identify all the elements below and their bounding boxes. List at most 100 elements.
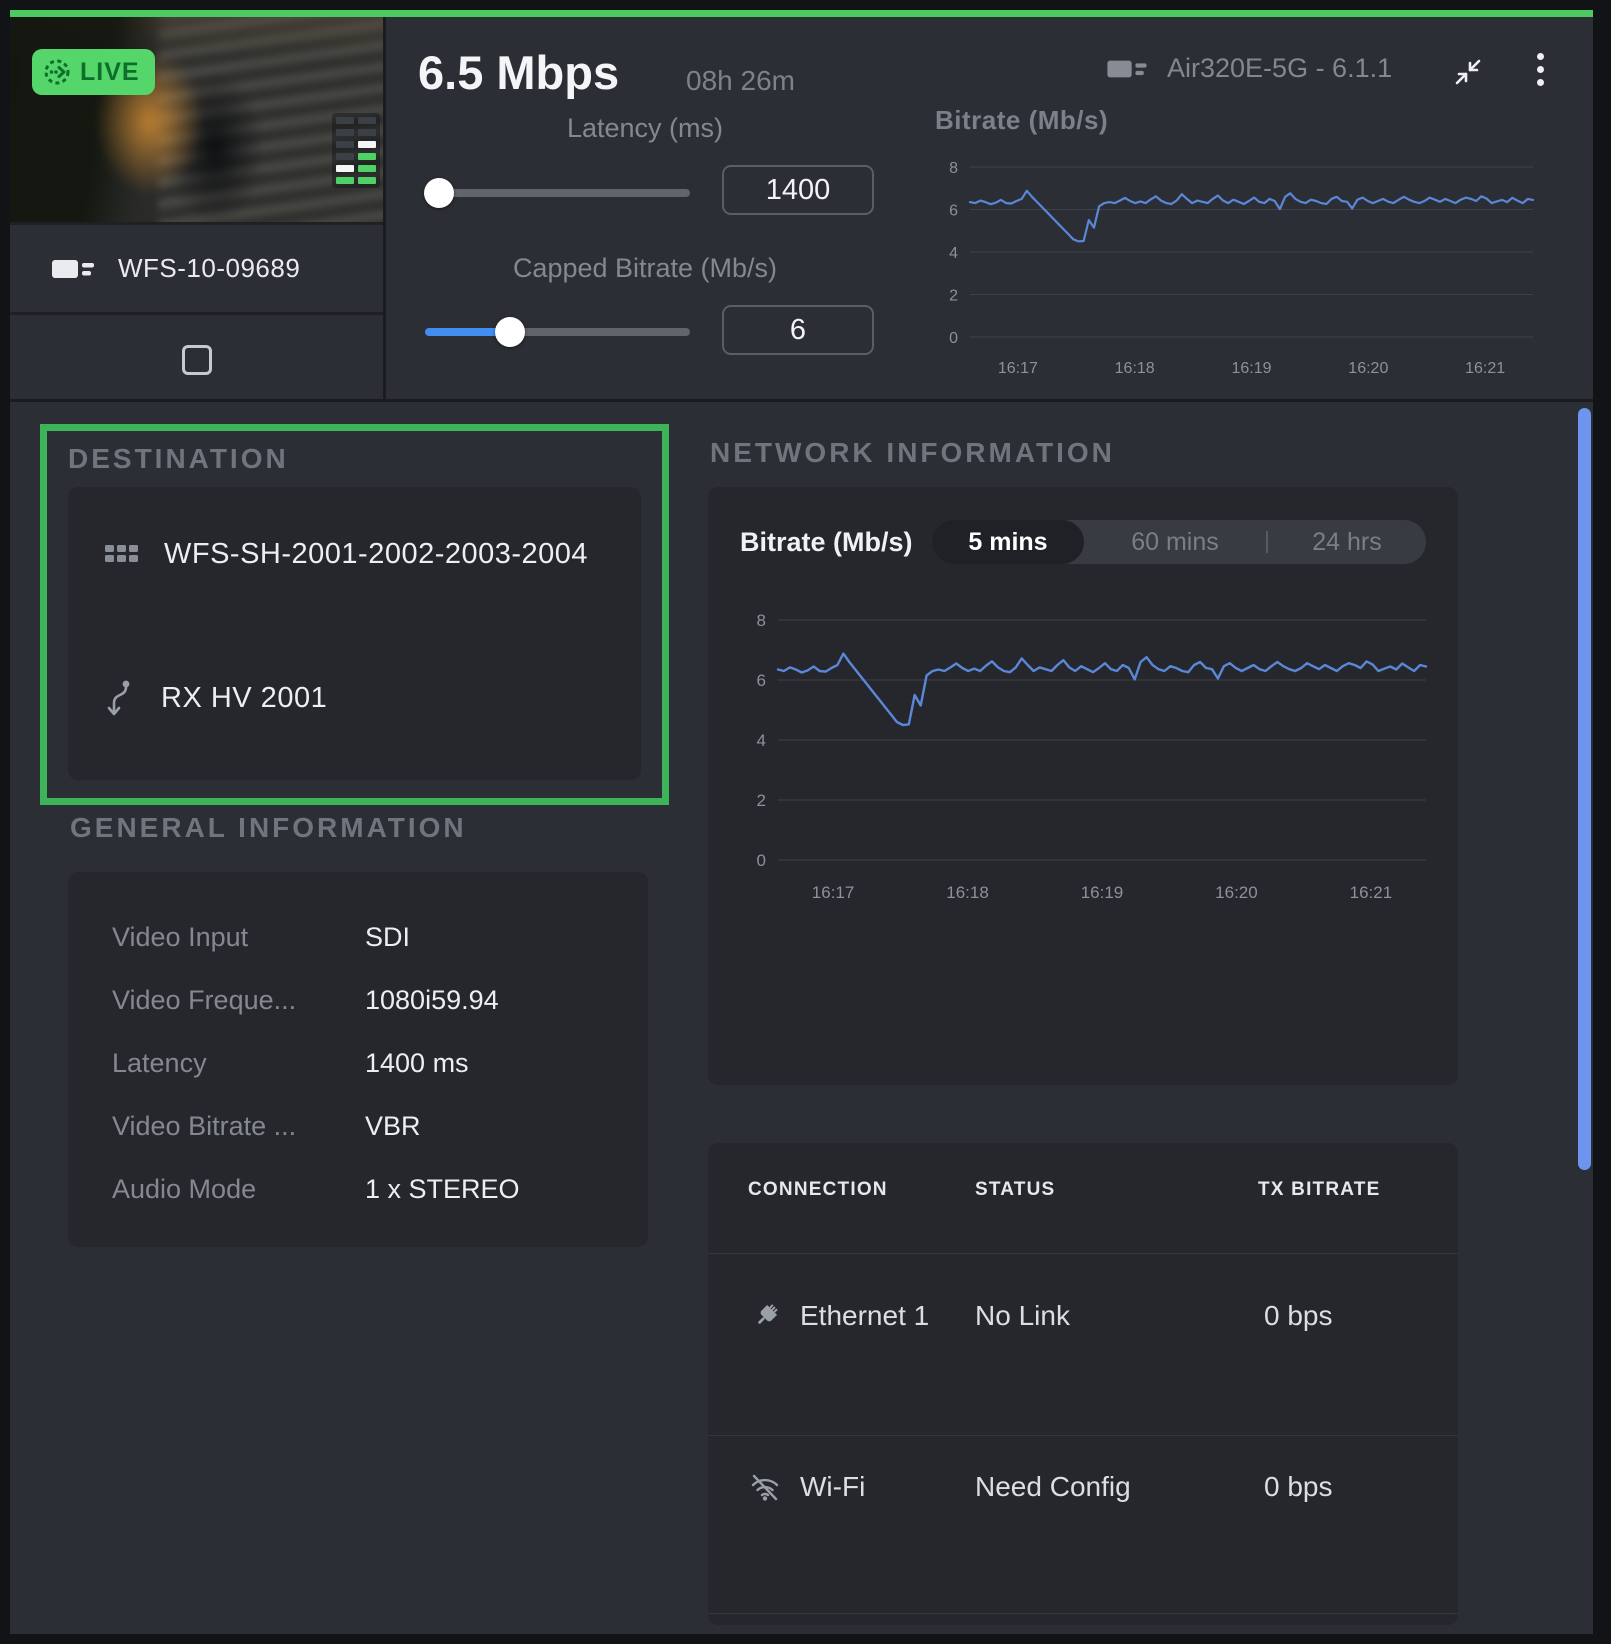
ethernet-icon xyxy=(748,1300,782,1334)
info-value: SDI xyxy=(365,922,410,953)
general-info-card: Video Input SDI Video Freque... 1080i59.… xyxy=(68,872,648,1247)
info-label: Video Bitrate ... xyxy=(112,1111,296,1142)
camera-icon xyxy=(50,254,96,284)
tab-60-mins[interactable]: 60 mins xyxy=(1084,528,1266,557)
video-preview-frame xyxy=(10,17,383,222)
row-divider xyxy=(708,1253,1458,1254)
destination-receiver-row: RX HV 2001 xyxy=(105,675,327,721)
active-status-bar xyxy=(10,10,1593,17)
svg-text:6: 6 xyxy=(757,671,766,690)
info-value: 1080i59.94 xyxy=(365,985,499,1016)
col-header-connection: CONNECTION xyxy=(748,1179,888,1201)
mini-chart-title: Bitrate (Mb/s) xyxy=(935,105,1108,136)
svg-text:4: 4 xyxy=(949,245,958,262)
capped-bitrate-slider-thumb[interactable] xyxy=(495,317,525,347)
info-value: 1400 ms xyxy=(365,1048,469,1079)
info-value: VBR xyxy=(365,1111,421,1142)
current-bitrate: 6.5 Mbps xyxy=(418,45,619,100)
connection-name: Wi-Fi xyxy=(800,1471,865,1503)
wifi-off-icon xyxy=(748,1471,782,1505)
latency-slider[interactable] xyxy=(428,189,690,197)
video-thumbnail[interactable]: LIVE xyxy=(10,17,383,222)
channel-grid-icon xyxy=(105,545,138,562)
col-header-tx-bitrate: TX BITRATE xyxy=(1258,1179,1380,1201)
latency-input[interactable] xyxy=(722,165,874,215)
latency-slider-thumb[interactable] xyxy=(424,178,454,208)
device-model-row: Air320E-5G - 6.1.1 xyxy=(1105,53,1436,84)
scrollbar-thumb[interactable] xyxy=(1578,408,1591,1170)
info-row: Audio Mode 1 x STEREO xyxy=(68,1160,648,1223)
device-model: Air320E-5G - 6.1.1 xyxy=(1167,53,1392,84)
connection-status: Need Config xyxy=(975,1471,1131,1503)
route-icon xyxy=(105,679,135,721)
tab-24-hrs[interactable]: 24 hrs xyxy=(1268,528,1426,557)
device-tile: LIVE WFS-10-09689 xyxy=(10,17,386,402)
svg-text:16:20: 16:20 xyxy=(1215,883,1258,902)
stream-uptime: 08h 26m xyxy=(686,65,795,97)
destination-channel-row: WFS-SH-2001-2002-2003-2004 xyxy=(105,531,605,577)
svg-text:16:21: 16:21 xyxy=(1465,360,1505,377)
svg-text:2: 2 xyxy=(757,791,766,810)
svg-text:0: 0 xyxy=(949,330,958,347)
svg-text:0: 0 xyxy=(757,851,766,870)
svg-text:16:18: 16:18 xyxy=(1115,360,1155,377)
svg-text:16:19: 16:19 xyxy=(1081,883,1124,902)
general-info-title: GENERAL INFORMATION xyxy=(70,812,467,844)
capped-bitrate-slider[interactable] xyxy=(425,328,690,336)
live-icon xyxy=(42,57,72,87)
destination-section: DESTINATION WFS-SH-2001-2002-2003-2004 R… xyxy=(40,424,669,805)
svg-text:16:19: 16:19 xyxy=(1231,360,1271,377)
info-row: Video Input SDI xyxy=(68,908,648,971)
row-divider xyxy=(708,1435,1458,1436)
svg-text:8: 8 xyxy=(757,611,766,630)
header-section: LIVE WFS-10-09689 xyxy=(10,17,1593,402)
svg-text:8: 8 xyxy=(949,160,958,177)
connections-table: CONNECTION STATUS TX BITRATE Ethernet 1 … xyxy=(708,1143,1458,1625)
svg-text:16:21: 16:21 xyxy=(1350,883,1393,902)
kebab-menu-icon[interactable] xyxy=(1534,53,1546,92)
info-row: Latency 1400 ms xyxy=(68,1034,648,1097)
capped-bitrate-label: Capped Bitrate (Mb/s) xyxy=(420,253,870,284)
info-value: 1 x STEREO xyxy=(365,1174,520,1205)
network-bitrate-chart: 0246816:1716:1816:1916:2016:21 xyxy=(726,582,1440,922)
info-label: Video Freque... xyxy=(112,985,296,1016)
info-label: Latency xyxy=(112,1048,207,1079)
connection-status: No Link xyxy=(975,1300,1070,1332)
connection-tx-bitrate: 0 bps xyxy=(1264,1471,1333,1503)
live-badge: LIVE xyxy=(32,49,155,95)
destination-channel: WFS-SH-2001-2002-2003-2004 xyxy=(164,531,588,577)
col-header-status: STATUS xyxy=(975,1179,1055,1201)
svg-text:16:18: 16:18 xyxy=(946,883,989,902)
device-detail-panel: LIVE WFS-10-09689 xyxy=(10,10,1593,1634)
latency-label: Latency (ms) xyxy=(420,113,870,144)
time-range-tabs: 5 mins 60 mins 24 hrs xyxy=(932,520,1426,564)
camera-icon-gray xyxy=(1105,55,1149,83)
svg-text:16:17: 16:17 xyxy=(998,360,1038,377)
collapse-icon[interactable] xyxy=(1453,57,1483,87)
svg-text:6: 6 xyxy=(949,203,958,220)
row-divider xyxy=(708,1613,1458,1614)
device-name-row: WFS-10-09689 xyxy=(10,222,383,312)
signal-meter-icon xyxy=(332,113,380,188)
svg-text:4: 4 xyxy=(757,731,766,750)
network-info-title: NETWORK INFORMATION xyxy=(710,437,1115,469)
capped-bitrate-input[interactable] xyxy=(722,305,874,355)
network-info-card: Bitrate (Mb/s) 5 mins 60 mins 24 hrs 024… xyxy=(708,487,1458,1085)
device-select-row xyxy=(10,312,383,402)
live-badge-label: LIVE xyxy=(80,58,140,87)
connection-tx-bitrate: 0 bps xyxy=(1264,1300,1333,1332)
tab-5-mins[interactable]: 5 mins xyxy=(932,520,1084,564)
network-chart-label: Bitrate (Mb/s) xyxy=(740,527,913,558)
device-name: WFS-10-09689 xyxy=(118,253,300,284)
info-label: Audio Mode xyxy=(112,1174,256,1205)
destination-card: WFS-SH-2001-2002-2003-2004 RX HV 2001 xyxy=(68,487,641,780)
connection-name: Ethernet 1 xyxy=(800,1300,929,1332)
info-row: Video Freque... 1080i59.94 xyxy=(68,971,648,1034)
destination-receiver: RX HV 2001 xyxy=(161,675,327,721)
info-row: Video Bitrate ... VBR xyxy=(68,1097,648,1160)
mini-bitrate-chart: 0246816:1716:1816:1916:2016:21 xyxy=(925,145,1545,397)
svg-text:2: 2 xyxy=(949,288,958,305)
info-label: Video Input xyxy=(112,922,248,953)
destination-title: DESTINATION xyxy=(68,443,289,475)
select-checkbox[interactable] xyxy=(182,345,212,375)
